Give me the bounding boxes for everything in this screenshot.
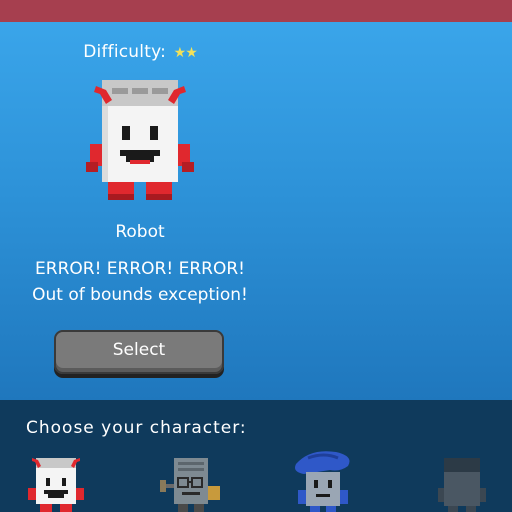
locked-character-icon [438,458,486,512]
robot-eye [122,126,130,140]
engineer-icon [160,458,220,512]
character-slot-robot[interactable] [24,450,88,512]
difficulty-label: Difficulty: [83,42,167,62]
robot-icon [28,458,84,512]
difficulty-row: Difficulty: ★★ [0,42,280,62]
select-button[interactable]: Select [54,330,224,374]
choose-character-label: Choose your character: [26,418,247,438]
character-slot-locked[interactable] [430,450,494,512]
robot-body [102,106,178,182]
character-name: Robot [115,222,165,242]
description-line: ERROR! ERROR! ERROR! [35,259,245,279]
character-description: ERROR! ERROR! ERROR! Out of bounds excep… [0,256,280,308]
difficulty-stars-icon: ★★ [173,45,198,61]
description-line: Out of bounds exception! [32,285,248,305]
robot-eye [150,126,158,140]
top-bar [0,0,512,22]
character-slot-engineer[interactable] [158,450,222,512]
robot-portrait [86,80,194,200]
character-slot-wizard[interactable] [290,450,354,512]
wizard-icon [295,451,350,512]
select-button-label: Select [56,332,222,368]
